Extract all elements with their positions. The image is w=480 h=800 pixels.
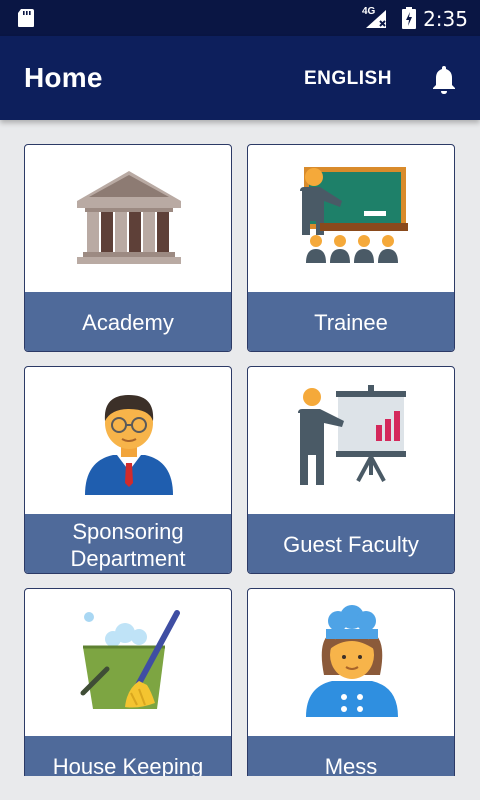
academy-building-icon — [77, 171, 181, 264]
tile-label: Mess — [248, 736, 454, 776]
tile-label: Academy — [25, 292, 231, 351]
page-title: Home — [24, 62, 103, 93]
tile-label: House Keeping — [25, 736, 231, 776]
tile-label: Guest Faculty — [248, 514, 454, 573]
tile-art — [248, 145, 454, 292]
battery-charging-icon — [402, 7, 416, 29]
app-bar: Home ENGLISH — [0, 36, 480, 120]
tile-trainee[interactable]: Trainee — [247, 144, 455, 352]
tile-label: Sponsoring Department — [25, 514, 231, 573]
sd-card-icon — [18, 9, 34, 27]
presentation-icon — [298, 385, 406, 485]
tile-sponsoring-department[interactable]: Sponsoring Department — [24, 366, 232, 574]
signal-icon: 4G — [362, 6, 390, 30]
menu-grid: Academy Trainee Sponsoring Department Gu… — [24, 144, 456, 776]
businessman-icon — [85, 395, 173, 495]
tile-art — [25, 589, 231, 736]
tile-mess[interactable]: Mess — [247, 588, 455, 776]
tile-label: Trainee — [248, 292, 454, 351]
tile-art — [248, 367, 454, 514]
tile-guest-faculty[interactable]: Guest Faculty — [247, 366, 455, 574]
status-bar: 4G 2:35 — [0, 0, 480, 36]
tile-house-keeping[interactable]: House Keeping — [24, 588, 232, 776]
tile-academy[interactable]: Academy — [24, 144, 232, 352]
tile-art — [25, 367, 231, 514]
classroom-teacher-icon — [300, 167, 408, 263]
bell-icon[interactable] — [430, 64, 458, 94]
clock: 2:35 — [423, 7, 468, 31]
tile-art — [25, 145, 231, 292]
language-button[interactable]: ENGLISH — [304, 68, 392, 90]
tile-art — [248, 589, 454, 736]
chef-icon — [306, 605, 398, 717]
cleaning-bucket-icon — [80, 610, 180, 709]
